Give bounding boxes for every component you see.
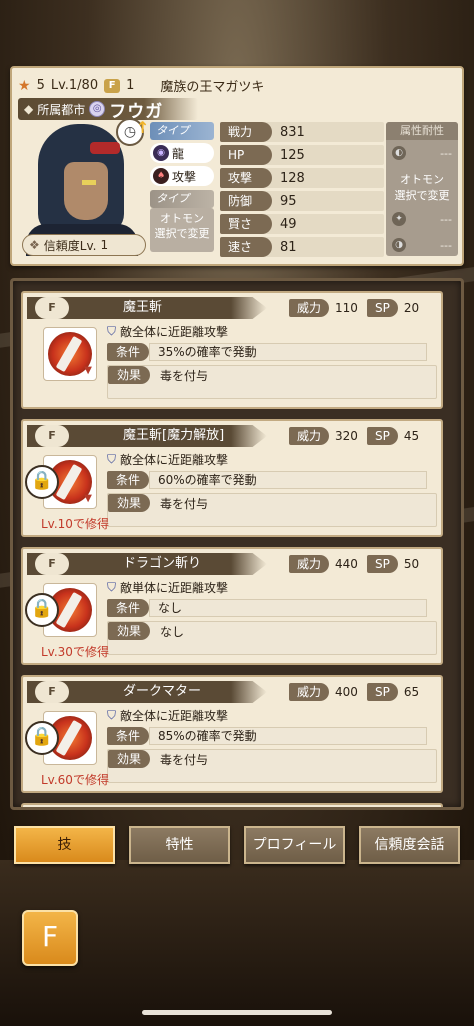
skill-sp: SP 45	[367, 427, 419, 445]
skill-unlock-requirement: Lv.10で修得	[41, 517, 109, 531]
tab-profile[interactable]: プロフィール	[244, 826, 345, 864]
dragon-type-icon: ◉	[153, 145, 169, 161]
affiliation-label: 所属都市	[37, 102, 86, 117]
skill-sp: SP 65	[367, 683, 419, 701]
skill-condition: 条件 なし	[107, 599, 427, 617]
skill-power: 威力 110	[289, 299, 358, 317]
type-chip-attack: ♠ 攻撃	[150, 166, 214, 186]
skill-card[interactable]: 魔王斬[魔力解放] F 威力 320 SP 45 ▼ 🔒 ⛉ 敵全体に近距離攻撃 条件…	[21, 419, 443, 537]
skill-tag-icon: F	[35, 681, 69, 703]
type-chip-dragon: ◉ 龍	[150, 143, 214, 163]
target-icon: ⛉	[107, 324, 117, 338]
target-icon: ⛉	[107, 708, 117, 722]
menu-icon: F	[41, 920, 59, 953]
trust-level-badge[interactable]: ❖ 信頼度Lv. 1	[22, 234, 146, 256]
skill-effect: 効果 なし	[107, 621, 437, 655]
sword-skill-icon: ▼	[43, 327, 97, 381]
stat-row-hp: HP 125	[220, 145, 384, 165]
home-indicator	[142, 1010, 332, 1015]
skill-target: ⛉ 敵全体に近距離攻撃	[107, 324, 229, 339]
heart-icon: ❖	[29, 238, 40, 252]
clock-icon: ◷	[123, 124, 137, 140]
level-up-arrow-icon: ↑	[136, 118, 150, 137]
attribute-header: 属性耐性	[386, 122, 458, 140]
character-card: ★ 5 Lv.1/80 F1 魔族の王マガツキ ◆ 所属都市 ◎ フウガ ◷ ↑ …	[10, 66, 464, 266]
capsule-count: 1	[126, 78, 135, 93]
city-emblem-icon: ◎	[89, 101, 106, 117]
tab-skills[interactable]: 技	[14, 826, 115, 864]
skill-condition: 条件 60%の確率で発動	[107, 471, 427, 489]
lock-icon: 🔒	[25, 593, 59, 627]
skill-sp: SP 50	[367, 555, 419, 573]
lock-icon: 🔒	[25, 465, 59, 499]
trust-level-value: 1	[100, 238, 109, 252]
skill-effect: 効果 毒を付与	[107, 365, 437, 399]
capsule-icon: F	[104, 78, 121, 93]
target-icon: ⛉	[107, 580, 117, 594]
skill-target: ⛉ 敵全体に近距離攻撃	[107, 708, 229, 723]
skills-panel[interactable]: 魔王斬 F 威力 110 SP 20 ▼ ⛉ 敵全体に近距離攻撃 条件 35%の確率で発…	[10, 278, 464, 810]
skill-unlock-requirement: Lv.30で修得	[41, 645, 109, 659]
stats-table: 戦力 831 HP 125 攻撃 128 防御 95 賢さ 49 速さ 81	[220, 122, 384, 260]
lock-icon: 🔒	[25, 721, 59, 755]
skill-sp: SP 20	[367, 299, 419, 317]
tab-traits[interactable]: 特性	[129, 826, 230, 864]
name-bar: ◆ 所属都市 ◎ フウガ	[18, 98, 198, 122]
target-icon: ⛉	[107, 452, 117, 466]
skill-power: 威力 320	[289, 427, 358, 445]
fire-element-icon: ◐	[392, 146, 406, 160]
attribute-resistance-panel[interactable]: 属性耐性 ◐ --- ✦ --- ◑ --- オトモン 選択で変更	[386, 122, 458, 256]
menu-button[interactable]: F	[22, 910, 78, 966]
ice-element-icon: ✦	[392, 212, 406, 226]
affiliation-icon: ◆	[24, 102, 34, 116]
skill-card-partial	[21, 803, 443, 807]
stat-row-intelligence: 賢さ 49	[220, 214, 384, 234]
skill-card[interactable]: ドラゴン斬り F 威力 440 SP 50 🔒 ⛉ 敵単体に近距離攻撃 条件 なし 効果…	[21, 547, 443, 665]
stat-row-speed: 速さ 81	[220, 237, 384, 257]
rarity-star-icon: ★	[18, 77, 31, 94]
stat-row-defense: 防御 95	[220, 191, 384, 211]
tab-trust-conversation[interactable]: 信頼度会話	[359, 826, 460, 864]
attribute-otomon-select: オトモン 選択で変更	[394, 173, 450, 202]
skill-power: 威力 440	[289, 555, 358, 573]
skill-target: ⛉ 敵単体に近距離攻撃	[107, 580, 229, 595]
skill-condition: 条件 35%の確率で発動	[107, 343, 427, 361]
trust-label: 信頼度Lv.	[43, 238, 97, 253]
skill-effect: 効果 毒を付与	[107, 749, 437, 783]
detail-tabs: 技 特性 プロフィール 信頼度会話	[14, 826, 460, 864]
skill-unlock-requirement: Lv.60で修得	[41, 773, 109, 787]
skill-card[interactable]: ダークマター F 威力 400 SP 65 🔒 ⛉ 敵全体に近距離攻撃 条件 85%の確…	[21, 675, 443, 793]
level-text: Lv.1/80	[50, 78, 99, 93]
type-column: タイプ ◉ 龍 ♠ 攻撃 タイプ オトモン 選択で変更	[150, 122, 214, 252]
character-epithet: 魔族の王マガツキ	[160, 80, 265, 95]
otomon-type-header: タイプ	[150, 190, 214, 208]
character-header-line: ★ 5 Lv.1/80 F1 魔族の王マガツキ	[18, 76, 265, 96]
skill-effect: 効果 毒を付与	[107, 493, 437, 527]
stat-row-power: 戦力 831	[220, 122, 384, 142]
attribute-row: ◑ ---	[386, 232, 458, 258]
skill-power: 威力 400	[289, 683, 358, 701]
skill-tag-icon: F	[35, 297, 69, 319]
skill-condition: 条件 85%の確率で発動	[107, 727, 427, 745]
skill-tag-icon: F	[35, 425, 69, 447]
skill-card[interactable]: 魔王斬 F 威力 110 SP 20 ▼ ⛉ 敵全体に近距離攻撃 条件 35%の確率で発…	[21, 291, 443, 409]
stat-row-attack: 攻撃 128	[220, 168, 384, 188]
skill-target: ⛉ 敵全体に近距離攻撃	[107, 452, 229, 467]
attack-type-icon: ♠	[153, 168, 169, 184]
rarity-value: 5	[36, 78, 45, 93]
attribute-row: ◐ ---	[386, 140, 458, 166]
otomon-type-select[interactable]: オトモン 選択で変更	[150, 208, 214, 252]
dragon-element-icon: ◑	[392, 238, 406, 252]
skill-tag-icon: F	[35, 553, 69, 575]
type-header: タイプ	[150, 122, 214, 140]
